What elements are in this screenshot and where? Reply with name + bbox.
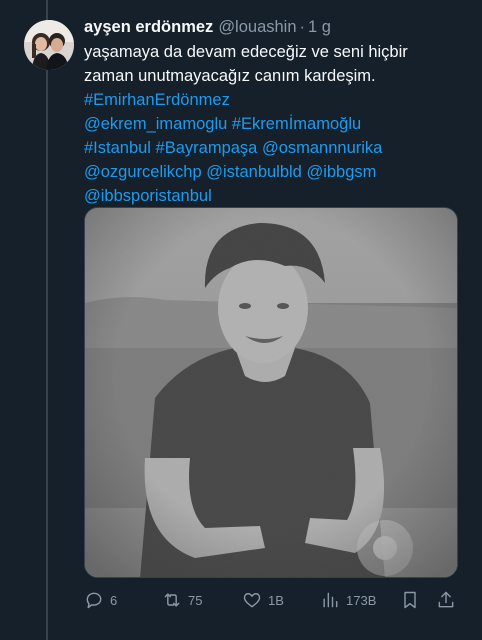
tweet[interactable]: ayşen erdönmez @louashin · 1 g yaşamaya … <box>0 0 482 640</box>
retweet-count: 75 <box>188 592 203 608</box>
tweet-photo[interactable] <box>84 207 458 578</box>
tweet-text-line: zaman unutmayacağız canım kardeşim. <box>84 67 376 85</box>
views-icon <box>323 592 338 608</box>
like-button[interactable]: 1B <box>242 590 284 610</box>
retweet-button[interactable]: 75 <box>162 590 202 610</box>
tweet-header: ayşen erdönmez @louashin · 1 g <box>84 16 464 38</box>
views-button[interactable]: 173B <box>320 590 376 610</box>
share-icon <box>438 591 454 608</box>
tweet-actions: 6 75 1B 173B <box>84 588 464 612</box>
reply-button[interactable]: 6 <box>84 590 117 610</box>
tweet-text-line: yaşamaya da devam edeceğiz ve seni hiçbi… <box>84 43 408 61</box>
user-handle[interactable]: @louashin <box>218 16 296 38</box>
hashtag-link[interactable]: #EmirhanErdönmez <box>84 88 464 112</box>
views-count: 173B <box>346 592 377 608</box>
mention-link[interactable]: @ibbsporistanbul <box>84 184 464 208</box>
bookmark-icon <box>404 591 416 609</box>
hashtag-link[interactable]: #Istanbul #Bayrampaşa @osmannnurika <box>84 136 464 160</box>
bookmark-button[interactable] <box>400 590 420 610</box>
mention-link[interactable]: @ozgurcelikchp @istanbulbld @ibbgsm <box>84 160 464 184</box>
avatar[interactable] <box>24 20 74 70</box>
retweet-icon <box>164 593 180 607</box>
reply-count: 6 <box>110 592 118 608</box>
heart-icon <box>243 593 261 608</box>
separator-dot: · <box>299 18 306 36</box>
mention-link[interactable]: @ekrem_imamoglu #Ekremİmamoğlu <box>84 112 464 136</box>
tweet-text: yaşamaya da devam edeceğiz ve seni hiçbi… <box>84 40 464 208</box>
share-button[interactable] <box>436 590 456 610</box>
tweet-content: ayşen erdönmez @louashin · 1 g yaşamaya … <box>84 16 464 208</box>
timestamp[interactable]: 1 g <box>308 16 331 38</box>
reply-icon <box>86 592 102 609</box>
display-name[interactable]: ayşen erdönmez <box>84 16 213 38</box>
like-count: 1B <box>268 592 284 608</box>
